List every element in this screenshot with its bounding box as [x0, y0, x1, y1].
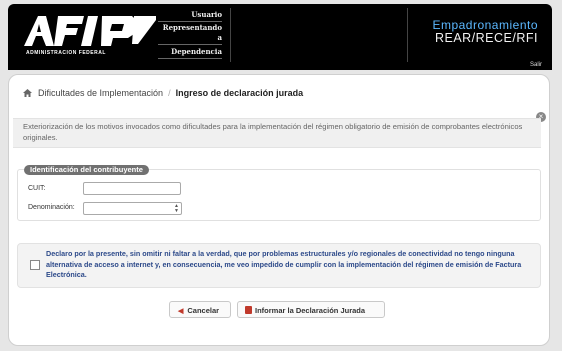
- header-divider: [230, 8, 231, 62]
- logout-link[interactable]: Salir: [530, 62, 542, 68]
- declaration-text: Declaro por la presente, sin omitir ni f…: [46, 249, 522, 279]
- denominacion-select[interactable]: ▲ ▼: [83, 202, 182, 215]
- cuit-label: CUIT:: [28, 185, 46, 192]
- cancel-button[interactable]: ◀ Cancelar: [169, 301, 231, 318]
- denominacion-label: Denominación:: [28, 204, 75, 211]
- breadcrumb-dificultades[interactable]: Dificultades de Implementación: [38, 88, 163, 98]
- header-bar: ADMINISTRACION FEDERAL Usuario Represent…: [8, 4, 552, 70]
- inform-declaration-button[interactable]: Informar la Declaración Jurada: [237, 301, 385, 318]
- select-arrows-icon: ▲ ▼: [174, 203, 179, 214]
- app-title-line1: Empadronamiento: [432, 18, 538, 32]
- usuario-label: Usuario: [191, 10, 222, 19]
- inform-label: Informar la Declaración Jurada: [255, 306, 366, 315]
- document-icon: [245, 306, 252, 314]
- declaration-checkbox[interactable]: [30, 260, 40, 270]
- dependencia-label: Dependencia: [171, 47, 222, 56]
- logo-subtitle: ADMINISTRACION FEDERAL: [26, 50, 106, 56]
- home-icon[interactable]: [23, 89, 32, 97]
- back-arrow-icon: ◀: [178, 308, 184, 315]
- page: ADMINISTRACION FEDERAL Usuario Represent…: [0, 0, 562, 351]
- cuit-input[interactable]: [83, 182, 181, 195]
- description-panel: Exteriorización de los motivos invocados…: [13, 118, 541, 148]
- header-divider-right: [407, 8, 408, 62]
- breadcrumb: Dificultades de Implementación / Ingreso d…: [23, 88, 303, 98]
- main-card: Dificultades de Implementación / Ingreso d…: [8, 74, 550, 346]
- breadcrumb-separator: /: [168, 88, 171, 98]
- representando-label: Representando a: [162, 23, 222, 42]
- cancel-label: Cancelar: [187, 306, 220, 315]
- breadcrumb-current: Ingreso de declaración jurada: [175, 88, 304, 98]
- fieldset-legend: Identificación del contribuyente: [24, 165, 149, 175]
- app-title-line2: REAR/RECE/RFI: [434, 31, 538, 45]
